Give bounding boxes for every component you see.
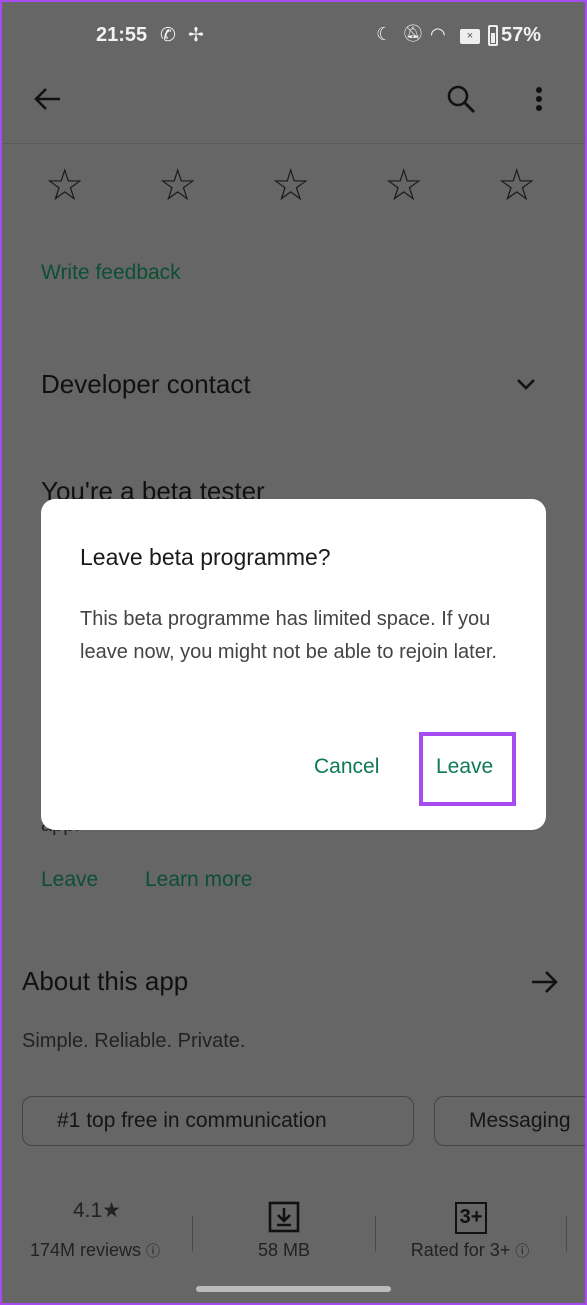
cancel-button[interactable]: Cancel bbox=[314, 755, 379, 779]
chip-top-free[interactable]: #1 top free in communication bbox=[22, 1096, 414, 1146]
star-1-icon[interactable]: ☆ bbox=[45, 160, 84, 211]
dialog-body: This beta programme has limited space. I… bbox=[80, 608, 497, 663]
learn-more-link[interactable]: Learn more bbox=[145, 868, 252, 892]
leave-beta-dialog: Leave beta programme? This beta programm… bbox=[41, 499, 546, 830]
app-size: 58 MB bbox=[257, 1240, 311, 1260]
pinwheel-icon: ✢ bbox=[188, 25, 204, 46]
whatsapp-icon: ✆ bbox=[160, 25, 176, 46]
star-3-icon[interactable]: ☆ bbox=[271, 160, 310, 211]
stat-divider bbox=[192, 1216, 193, 1252]
about-tagline: Simple. Reliable. Private. bbox=[22, 1030, 246, 1052]
write-feedback-link[interactable]: Write feedback bbox=[41, 261, 181, 285]
star-5-icon[interactable]: ☆ bbox=[497, 160, 536, 211]
toolbar-divider bbox=[0, 143, 587, 144]
download-icon bbox=[268, 1201, 300, 1233]
chevron-down-icon[interactable] bbox=[515, 376, 537, 392]
star-4-icon[interactable]: ☆ bbox=[384, 160, 423, 211]
leave-button[interactable]: Leave bbox=[436, 755, 493, 779]
info-icon: ⓘ bbox=[146, 1243, 161, 1259]
more-vert-icon[interactable] bbox=[532, 85, 546, 115]
status-time: 21:55 bbox=[96, 24, 148, 46]
wifi-icon: ◠ bbox=[430, 24, 446, 44]
battery-percent: 57% bbox=[501, 24, 542, 46]
dialog-title: Leave beta programme? bbox=[80, 544, 331, 570]
content-rating[interactable]: Rated for 3+ ⓘ bbox=[395, 1240, 545, 1261]
content-rating-badge: 3+ bbox=[455, 1202, 487, 1234]
arrow-right-icon[interactable] bbox=[530, 968, 560, 996]
bell-off-icon: 🔕︎ bbox=[402, 24, 424, 43]
star-2-icon[interactable]: ☆ bbox=[158, 160, 197, 211]
stat-divider bbox=[566, 1216, 567, 1252]
developer-contact-heading[interactable]: Developer contact bbox=[41, 369, 251, 400]
stat-divider bbox=[375, 1216, 376, 1252]
search-icon[interactable] bbox=[446, 84, 476, 114]
rating-value: 4.1★ bbox=[72, 1199, 122, 1222]
back-arrow-icon[interactable] bbox=[32, 86, 62, 112]
review-count-label: 174M reviews bbox=[29, 1240, 142, 1260]
moon-icon: ☾ bbox=[376, 24, 393, 44]
review-count[interactable]: 174M reviews ⓘ bbox=[20, 1240, 170, 1261]
leave-beta-link[interactable]: Leave bbox=[41, 868, 98, 892]
chip-messaging[interactable]: Messaging bbox=[434, 1096, 587, 1146]
no-sim-icon: × bbox=[460, 29, 480, 44]
info-icon: ⓘ bbox=[515, 1243, 530, 1259]
battery-icon bbox=[488, 25, 498, 46]
about-app-heading[interactable]: About this app bbox=[22, 966, 188, 997]
content-rating-label: Rated for 3+ bbox=[410, 1240, 511, 1260]
gesture-nav-bar[interactable] bbox=[196, 1286, 391, 1292]
